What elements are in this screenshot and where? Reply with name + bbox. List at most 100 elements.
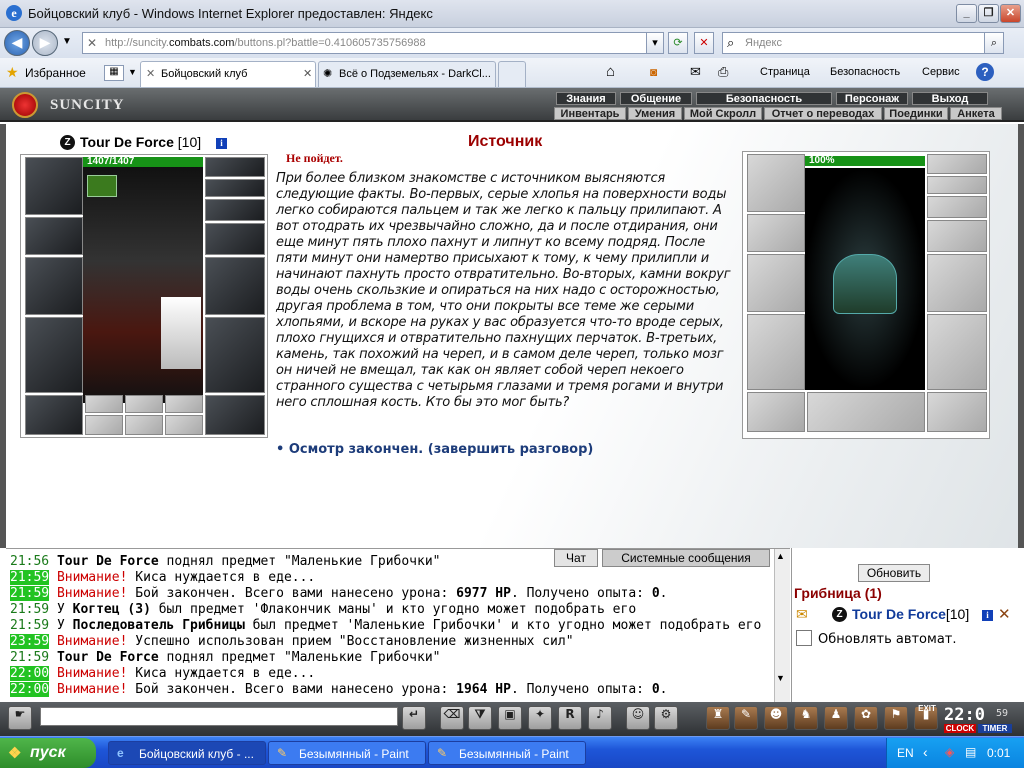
task-paint-1[interactable]: ✎ Безымянный - Paint bbox=[268, 741, 426, 765]
menu-tools[interactable]: Сервис bbox=[922, 66, 960, 78]
favorites-button[interactable]: Избранное bbox=[25, 66, 86, 80]
scroll-icon[interactable]: ✎ bbox=[734, 706, 758, 730]
help-icon[interactable]: ? bbox=[976, 63, 994, 81]
chat-time[interactable]: 22:00 bbox=[10, 682, 50, 697]
tab-chat[interactable]: Чат bbox=[554, 549, 598, 567]
chat-time[interactable]: 21:59 bbox=[10, 570, 50, 585]
task-ie[interactable]: e Бойцовский клуб - ... bbox=[108, 741, 266, 765]
quick-tabs-icon[interactable]: ▦ bbox=[104, 65, 124, 81]
auto-refresh-checkbox[interactable] bbox=[796, 630, 812, 646]
flag-icon[interactable]: ⚑ bbox=[884, 706, 908, 730]
search-go-icon[interactable]: ⌕ bbox=[984, 32, 1004, 54]
clock-label[interactable]: CLOCK bbox=[944, 724, 976, 733]
pants-slot[interactable] bbox=[205, 317, 265, 393]
menu-transfer-report[interactable]: Отчет о переводах bbox=[764, 107, 882, 120]
address-dropdown-icon[interactable]: ▾ bbox=[646, 32, 664, 54]
offhand-slot[interactable] bbox=[205, 257, 265, 315]
menu-security[interactable]: Безопасность bbox=[830, 66, 900, 78]
private-message-icon[interactable]: ✉ bbox=[796, 606, 808, 623]
chat-time[interactable]: 23:59 bbox=[10, 634, 50, 649]
task-paint-2[interactable]: ✎ Безымянный - Paint bbox=[428, 741, 586, 765]
menu-inventory[interactable]: Инвентарь bbox=[554, 107, 626, 120]
back-button[interactable]: ◀ bbox=[4, 30, 30, 56]
chat-message-input[interactable] bbox=[40, 707, 398, 726]
chat-time[interactable]: 21:59 bbox=[10, 602, 49, 617]
player-name[interactable]: Tour De Force [10] bbox=[80, 134, 201, 150]
chat-time[interactable]: 21:59 bbox=[10, 618, 49, 633]
chat-time[interactable]: 21:59 bbox=[10, 650, 49, 665]
tab-list-dropdown-icon[interactable]: ▼ bbox=[128, 67, 137, 77]
translit-icon[interactable]: R bbox=[558, 706, 582, 730]
pet-icon[interactable]: ✿ bbox=[854, 706, 878, 730]
search-box[interactable]: ⌕ Яндекс bbox=[722, 32, 1004, 54]
mail-icon[interactable]: ✉ bbox=[690, 64, 701, 80]
scroll-up-icon[interactable]: ▲ bbox=[776, 551, 785, 561]
home-icon[interactable]: ⌂ bbox=[606, 63, 615, 80]
rune-slot[interactable] bbox=[165, 395, 203, 413]
smiley-icon[interactable]: ☺ bbox=[626, 706, 650, 730]
filter-icon[interactable]: ⧩ bbox=[468, 706, 492, 730]
gloves-slot[interactable] bbox=[205, 223, 265, 255]
timer-label[interactable]: TIMER bbox=[978, 724, 1012, 733]
bag-icon[interactable]: ♜ bbox=[706, 706, 730, 730]
language-indicator[interactable]: EN bbox=[897, 746, 914, 760]
rune-slot[interactable] bbox=[85, 415, 123, 435]
tab-boitsovsky-klub[interactable]: ✕ Бойцовский клуб ✕ bbox=[140, 61, 316, 87]
menu-duels[interactable]: Поединки bbox=[884, 107, 948, 120]
history-dropdown-icon[interactable]: ▼ bbox=[62, 36, 72, 47]
user-info-icon[interactable]: i bbox=[982, 610, 993, 621]
group-icon[interactable]: ♟ bbox=[824, 706, 848, 730]
tray-expand-icon[interactable]: ‹ bbox=[923, 744, 928, 760]
start-button[interactable]: ❖ пуск bbox=[0, 738, 96, 768]
tab-system-messages[interactable]: Системные сообщения bbox=[602, 549, 770, 567]
clear-chat-icon[interactable]: ⌫ bbox=[440, 706, 464, 730]
quest-icon[interactable]: ♞ bbox=[794, 706, 818, 730]
rune-slot[interactable] bbox=[165, 415, 203, 435]
settings-icon[interactable]: ⚙ bbox=[654, 706, 678, 730]
security-tray-icon[interactable]: ◈ bbox=[945, 745, 954, 759]
refresh-button[interactable]: Обновить bbox=[858, 564, 930, 582]
smiles-person-icon[interactable]: ✦ bbox=[528, 706, 552, 730]
bracers-slot[interactable] bbox=[25, 217, 83, 255]
menu-knowledge[interactable]: Знания bbox=[556, 92, 616, 105]
network-tray-icon[interactable]: ▤ bbox=[965, 745, 976, 759]
effect-icon[interactable] bbox=[87, 175, 117, 197]
tab-darkclan[interactable]: ✺ Всё о Подземельях - DarkCl... bbox=[318, 61, 496, 87]
rune-slot[interactable] bbox=[125, 395, 163, 413]
minimize-button[interactable]: _ bbox=[956, 4, 977, 23]
chat-time[interactable]: 22:00 bbox=[10, 666, 50, 681]
forward-button[interactable]: ▶ bbox=[32, 30, 58, 56]
earrings-slot[interactable] bbox=[205, 179, 265, 197]
armor-slot[interactable] bbox=[25, 317, 83, 393]
menu-skills[interactable]: Умения bbox=[628, 107, 682, 120]
send-message-icon[interactable]: ↵ bbox=[402, 706, 426, 730]
rings-slot[interactable] bbox=[205, 199, 265, 221]
maximize-button[interactable]: ❐ bbox=[978, 4, 999, 23]
menu-character[interactable]: Персонаж bbox=[836, 92, 908, 105]
close-window-button[interactable]: ✕ bbox=[1000, 4, 1021, 23]
friends-icon[interactable]: ☻ bbox=[764, 706, 788, 730]
remove-user-icon[interactable]: ✕ bbox=[998, 605, 1011, 623]
menu-communication[interactable]: Общение bbox=[620, 92, 692, 105]
menu-page[interactable]: Страница bbox=[760, 66, 810, 78]
speaker-icon[interactable]: ♪ bbox=[588, 706, 612, 730]
menu-exit[interactable]: Выход bbox=[912, 92, 988, 105]
refresh-icon[interactable]: ⟳ bbox=[668, 32, 688, 54]
address-bar[interactable]: ✕ http://suncity.combats.com/buttons.pl?… bbox=[82, 32, 664, 54]
new-tab-button[interactable] bbox=[498, 61, 526, 87]
player-info-icon[interactable]: i bbox=[216, 138, 227, 149]
menu-my-scroll[interactable]: Мой Скролл bbox=[684, 107, 762, 120]
chat-time[interactable]: 21:59 bbox=[10, 586, 50, 601]
print-icon[interactable]: ⎙ bbox=[718, 64, 728, 80]
weapon-slot[interactable] bbox=[25, 257, 83, 315]
chat-scrollbar[interactable]: ▲ ▼ bbox=[774, 549, 790, 703]
online-user[interactable]: Tour De Force[10] bbox=[852, 606, 969, 622]
feeds-icon[interactable]: ◙ bbox=[650, 65, 657, 79]
chat-mode-icon[interactable]: ☛ bbox=[8, 706, 32, 730]
scroll-down-icon[interactable]: ▼ bbox=[776, 673, 785, 683]
pet-owl-icon[interactable] bbox=[161, 297, 201, 369]
stop-icon[interactable]: ✕ bbox=[694, 32, 714, 54]
rune-slot[interactable] bbox=[85, 395, 123, 413]
chat-time[interactable]: 21:56 bbox=[10, 554, 49, 569]
helmet-slot[interactable] bbox=[25, 157, 83, 215]
